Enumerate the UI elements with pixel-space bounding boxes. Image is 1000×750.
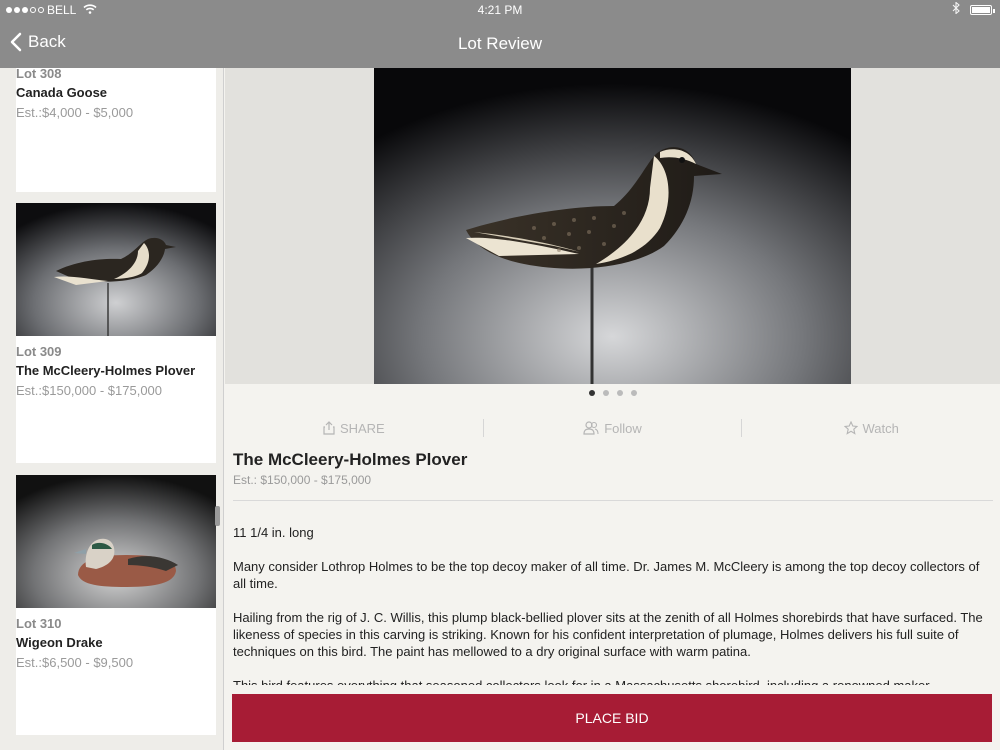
status-right	[952, 1, 995, 17]
lot-title: The McCleery-Holmes Plover	[233, 450, 468, 469]
divider	[233, 500, 993, 501]
description-paragraph: Many consider Lothrop Holmes to be the t…	[233, 559, 980, 591]
place-bid-button[interactable]: PLACE BID	[232, 694, 992, 742]
action-bar: SHARE Follow Watch	[225, 416, 1000, 440]
page-title: Lot Review	[457, 34, 543, 53]
lot-list-sidebar[interactable]: Lot 308 Canada Goose Est.:$4,000 - $5,00…	[0, 68, 224, 750]
lot-card-308[interactable]: Lot 308 Canada Goose Est.:$4,000 - $5,00…	[16, 68, 216, 192]
lot-name: Canada Goose	[16, 85, 108, 100]
description-paragraph: Hailing from the rig of J. C. Willis, th…	[233, 610, 983, 659]
watch-label: Watch	[862, 420, 899, 436]
top-bar: BELL 4:21 PM Back Lot Review	[0, 0, 1000, 68]
lot-card-309[interactable]: Lot 309 The McCleery-Holmes Plover Est.:…	[16, 203, 216, 463]
watch-button[interactable]: Watch	[742, 416, 1000, 440]
lot-estimate: Est.: $150,000 - $175,000	[233, 473, 372, 487]
follow-label: Follow	[604, 420, 642, 436]
bluetooth-icon	[952, 1, 960, 17]
share-icon	[323, 421, 335, 435]
pager-dot[interactable]	[630, 390, 637, 396]
lot-thumbnail	[16, 203, 216, 336]
lot-thumbnail	[16, 475, 216, 608]
lot-estimate: Est.:$150,000 - $175,000	[16, 383, 163, 398]
lot-card-310[interactable]: Lot 310 Wigeon Drake Est.:$6,500 - $9,50…	[16, 475, 216, 735]
lot-number: Lot 309	[16, 344, 62, 359]
lot-estimate: Est.:$6,500 - $9,500	[16, 655, 134, 670]
status-bar: BELL 4:21 PM	[0, 0, 1000, 20]
image-gallery[interactable]	[225, 68, 1000, 384]
sidebar-scrollbar[interactable]	[215, 506, 220, 526]
battery-icon	[970, 4, 995, 15]
lot-estimate: Est.:$4,000 - $5,000	[16, 105, 134, 120]
share-label: SHARE	[339, 420, 385, 436]
gallery-pager[interactable]	[225, 390, 1000, 396]
pager-dot[interactable]	[616, 390, 623, 396]
lot-number: Lot 310	[16, 616, 62, 631]
pager-dot[interactable]	[602, 390, 609, 396]
lot-detail-panel: SHARE Follow Watch The McCleery-Holmes P…	[225, 68, 1000, 750]
share-button[interactable]: SHARE	[225, 416, 483, 440]
follow-icon	[583, 421, 599, 435]
follow-button[interactable]: Follow	[484, 416, 742, 440]
lot-main-image[interactable]	[374, 68, 851, 384]
lot-number: Lot 308	[16, 68, 62, 81]
description-paragraph: 11 1/4 in. long	[233, 525, 314, 540]
star-icon	[843, 421, 858, 435]
lot-name: The McCleery-Holmes Plover	[16, 363, 196, 378]
lot-name: Wigeon Drake	[16, 635, 103, 650]
clock: 4:21 PM	[477, 3, 523, 17]
pager-dot[interactable]	[588, 390, 595, 396]
navigation-bar: Back Lot Review	[0, 20, 1000, 68]
